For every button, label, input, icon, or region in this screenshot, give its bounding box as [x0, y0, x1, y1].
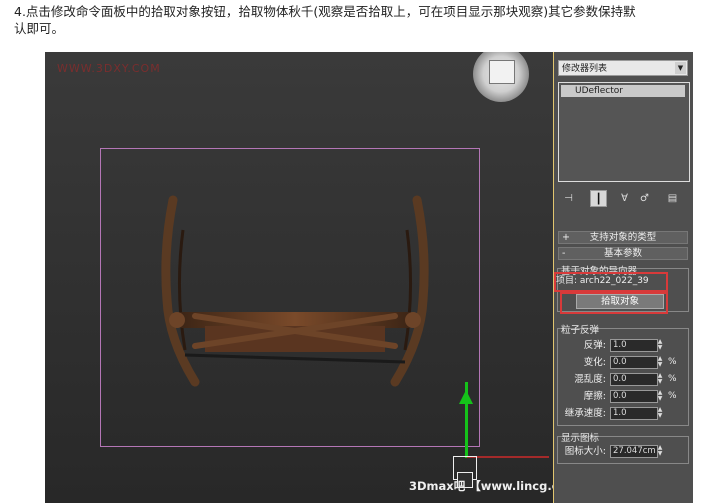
modifier-list-label: 修改器列表 — [562, 64, 608, 74]
3d-viewport[interactable]: WWW.3DXY.COM 3Dmax吧 【www.lincg.com/tieba… — [45, 52, 553, 503]
gizmo-x-axis[interactable] — [467, 456, 549, 458]
highlight-item-box — [554, 272, 668, 292]
spinner-icon[interactable]: ▲ ▼ — [657, 445, 663, 457]
spinner-icon[interactable]: ▲ ▼ — [657, 373, 663, 385]
param-label: 变化: — [583, 357, 606, 368]
param-row: 变化: 0.0 ▲ ▼ % — [554, 356, 692, 369]
rollout-title: 支持对象的类型 — [589, 232, 657, 243]
highlight-pick-box — [560, 292, 668, 314]
param-field[interactable]: 0.0 — [610, 356, 658, 369]
param-row: 混乱度: 0.0 ▲ ▼ % — [554, 373, 692, 386]
page-margin — [693, 52, 728, 503]
rollout-supported-types[interactable]: + 支持对象的类型 — [558, 231, 688, 244]
icon-size-label: 图标大小: — [564, 446, 606, 457]
command-panel: 修改器列表 ▼ UDeflector ⊣ ┃ ∀ ♂ ▤ + 支持对象的类型 -… — [553, 52, 694, 503]
stack-item-udeflector[interactable]: UDeflector — [561, 85, 685, 97]
param-field[interactable]: 0.0 — [610, 390, 658, 403]
param-field[interactable]: 1.0 — [610, 407, 658, 420]
forum-logo: 3Dmax吧 【www.lincg.com/tieba/1771】 — [409, 479, 553, 493]
gizmo-y-arrow-icon[interactable] — [459, 390, 473, 404]
percent-unit: % — [668, 374, 677, 384]
rollout-basic-params[interactable]: - 基本参数 — [558, 247, 688, 260]
spinner-icon[interactable]: ▲ ▼ — [657, 407, 663, 419]
percent-unit: % — [668, 357, 677, 367]
icon-size-field[interactable]: 27.047cm — [610, 445, 658, 458]
param-field[interactable]: 0.0 — [610, 373, 658, 386]
param-row: 摩擦: 0.0 ▲ ▼ % — [554, 390, 692, 403]
swing-model[interactable] — [155, 190, 435, 390]
viewcube-icon[interactable] — [473, 52, 529, 102]
param-label: 继承速度: — [564, 408, 606, 419]
param-row: 继承速度: 1.0 ▲ ▼ — [554, 407, 692, 420]
show-end-result-icon[interactable]: ┃ — [590, 190, 607, 207]
caption-line-1: 4.点击修改命令面板中的拾取对象按钮，拾取物体秋千(观察是否拾取上，可在项目显示… — [14, 4, 636, 19]
stack-item-label: UDeflector — [575, 86, 623, 96]
param-label: 混乱度: — [574, 374, 606, 385]
pin-stack-icon[interactable]: ⊣ — [560, 190, 577, 207]
modifier-stack[interactable]: UDeflector — [558, 82, 690, 182]
rollout-title: 基本参数 — [603, 248, 642, 259]
icon-size-row: 图标大小: 27.047cm ▲ ▼ — [554, 445, 692, 458]
param-field[interactable]: 1.0 — [610, 339, 658, 352]
param-label: 摩擦: — [583, 391, 606, 402]
remove-modifier-icon[interactable]: ♂ — [636, 190, 653, 207]
modifier-list-dropdown[interactable]: 修改器列表 ▼ — [558, 60, 688, 76]
caption-line-2: 认即可。 — [14, 21, 65, 36]
spinner-icon[interactable]: ▲ ▼ — [657, 356, 663, 368]
spinner-icon[interactable]: ▲ ▼ — [657, 390, 663, 402]
instruction-caption: 4.点击修改命令面板中的拾取对象按钮，拾取物体秋千(观察是否拾取上，可在项目显示… — [14, 3, 724, 37]
configure-sets-icon[interactable]: ▤ — [664, 190, 681, 207]
group-label-particle-bounce: 粒子反弹 — [561, 325, 600, 336]
percent-unit: % — [668, 391, 677, 401]
viewport-watermark: WWW.3DXY.COM — [57, 62, 161, 75]
chevron-down-icon[interactable]: ▼ — [675, 62, 686, 74]
param-row: 反弹: 1.0 ▲ ▼ — [554, 339, 692, 352]
spinner-icon[interactable]: ▲ ▼ — [657, 339, 663, 351]
group-label-display-icon: 显示图标 — [561, 433, 600, 444]
viewcube-face[interactable] — [489, 60, 515, 84]
stack-toolbar: ⊣ ┃ ∀ ♂ ▤ — [558, 190, 688, 208]
make-unique-icon[interactable]: ∀ — [616, 190, 633, 207]
param-label: 反弹: — [583, 340, 606, 351]
